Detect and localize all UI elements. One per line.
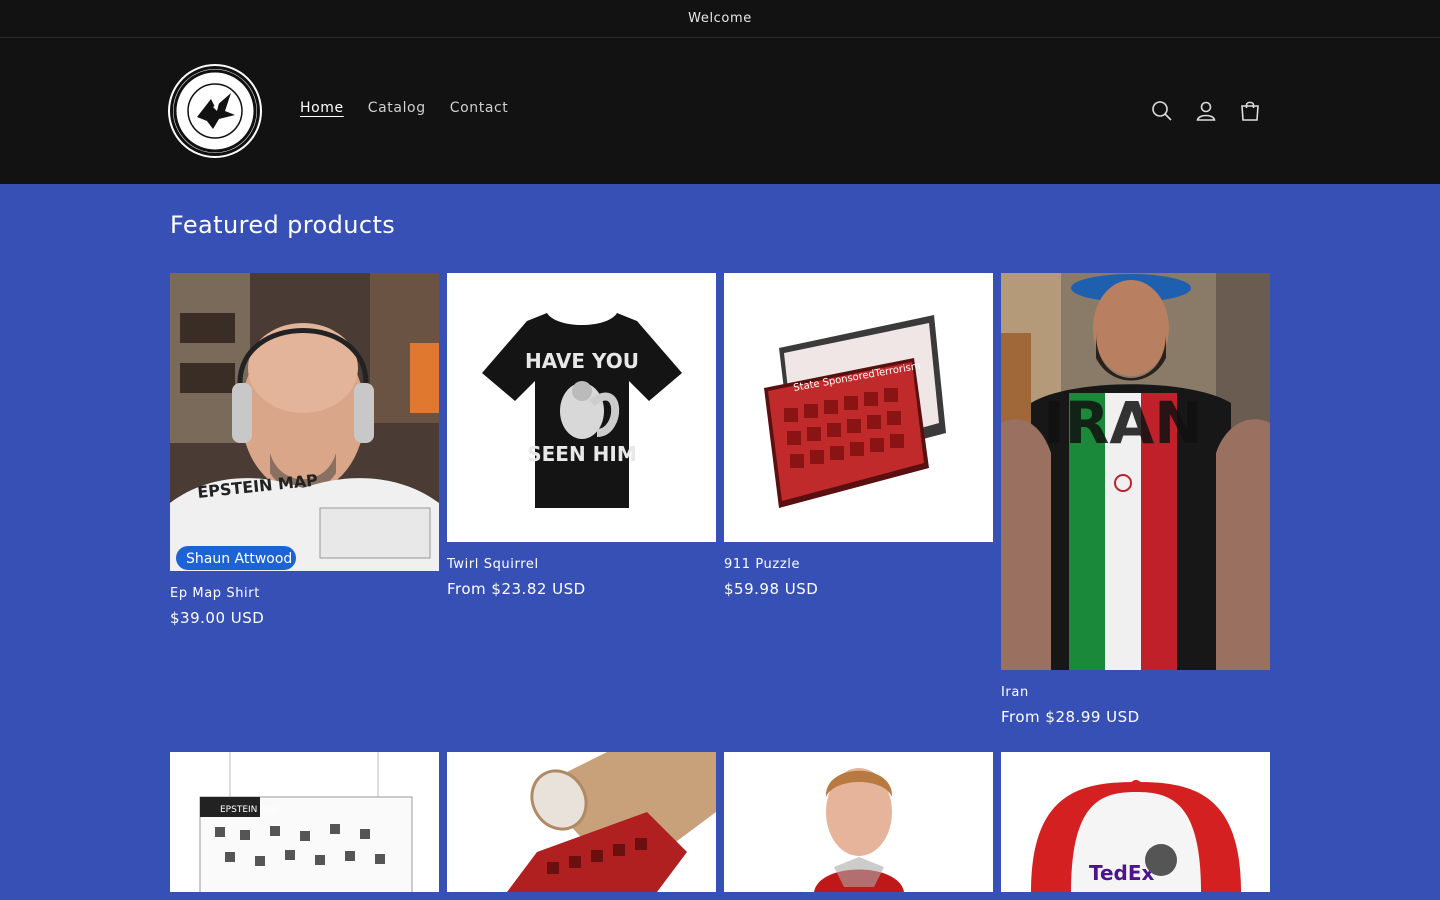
product-name[interactable]: Iran (1001, 685, 1270, 700)
image-badge-text: Shaun Attwood (186, 551, 292, 567)
product-card[interactable]: State SponsoredTerrorism 911 Puzzle $59.… (724, 273, 993, 726)
product-image[interactable]: IRAN (1001, 273, 1270, 670)
cart-icon[interactable] (1228, 89, 1272, 133)
product-price: From $28.99 USD (1001, 708, 1140, 726)
product-name[interactable]: Twirl Squirrel (447, 557, 716, 572)
featured-section: Featured products EPSTEIN MAP Shaun Attw… (0, 184, 1440, 892)
product-image[interactable]: TedEx (1001, 752, 1270, 892)
product-card[interactable] (724, 752, 993, 892)
search-icon[interactable] (1140, 89, 1184, 133)
shirt-print-bottom: SEEN HIM (527, 442, 637, 466)
product-name[interactable]: Ep Map Shirt (170, 586, 439, 601)
product-price: $59.98 USD (724, 580, 819, 598)
announcement-bar: Welcome (0, 0, 1440, 38)
product-name[interactable]: 911 Puzzle (724, 557, 993, 572)
main-nav: Home Catalog Contact (288, 100, 520, 116)
poster-title: EPSTEIN MAP (220, 805, 280, 815)
product-image[interactable] (724, 752, 993, 892)
product-card[interactable]: TedEx (1001, 752, 1270, 892)
hat-print: TedEx (1089, 861, 1155, 885)
nav-contact[interactable]: Contact (438, 100, 521, 116)
announcement-text: Welcome (688, 11, 752, 26)
product-card[interactable] (447, 752, 716, 892)
shirt-print: IRAN (1043, 389, 1203, 457)
product-grid-row-2: EPSTEIN MAP TedEx (170, 752, 1270, 892)
product-image[interactable]: HAVE YOU SEEN HIM (447, 273, 716, 542)
nav-catalog[interactable]: Catalog (356, 100, 438, 116)
header-icons (1140, 89, 1272, 133)
section-title: Featured products (170, 211, 396, 239)
product-grid: EPSTEIN MAP Shaun Attwood Ep Map Shirt $… (170, 273, 1270, 726)
product-card[interactable]: EPSTEIN MAP (170, 752, 439, 892)
product-image[interactable] (447, 752, 716, 892)
product-card[interactable]: HAVE YOU SEEN HIM Twirl Squirrel From $2… (447, 273, 716, 726)
nav-home[interactable]: Home (288, 100, 356, 116)
account-icon[interactable] (1184, 89, 1228, 133)
product-price: From $23.82 USD (447, 580, 586, 598)
site-logo[interactable] (170, 66, 260, 156)
site-header: Home Catalog Contact (0, 38, 1440, 184)
product-card[interactable]: EPSTEIN MAP Shaun Attwood Ep Map Shirt $… (170, 273, 439, 726)
product-card[interactable]: IRAN Iran From $28.99 USD (1001, 273, 1270, 726)
product-image[interactable]: State SponsoredTerrorism (724, 273, 993, 542)
shirt-print-top: HAVE YOU (525, 349, 639, 373)
product-price: $39.00 USD (170, 609, 265, 627)
product-image[interactable]: EPSTEIN MAP Shaun Attwood (170, 273, 439, 571)
product-image[interactable]: EPSTEIN MAP (170, 752, 439, 892)
